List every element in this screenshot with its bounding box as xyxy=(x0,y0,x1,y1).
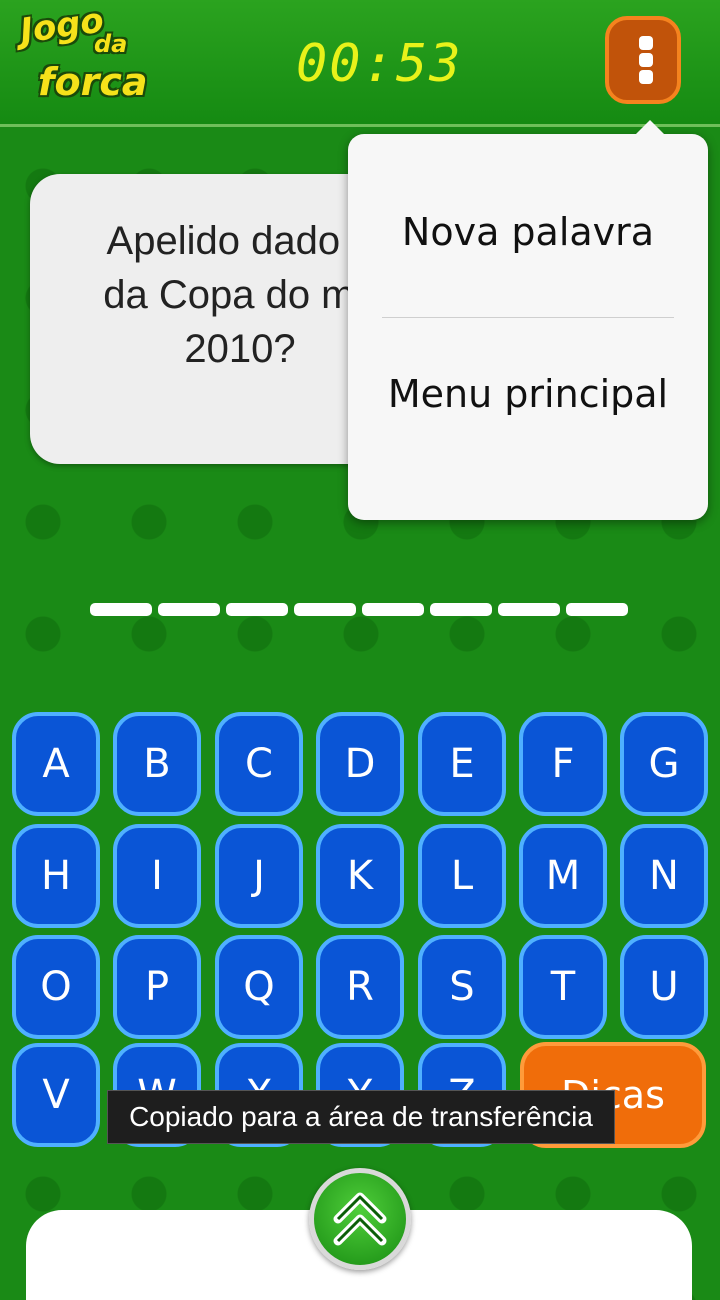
top-bar: Jogo da forca 00:53 xyxy=(0,0,720,127)
key-m[interactable]: M xyxy=(519,824,607,928)
key-t[interactable]: T xyxy=(519,935,607,1039)
logo-word-2: da xyxy=(94,30,128,58)
key-o[interactable]: O xyxy=(12,935,100,1039)
options-menu: Nova palavra Menu principal xyxy=(348,120,708,520)
menu-item-new-word[interactable]: Nova palavra xyxy=(348,210,708,254)
letter-blank xyxy=(158,603,220,616)
letter-blank xyxy=(430,603,492,616)
key-i[interactable]: I xyxy=(113,824,201,928)
key-c[interactable]: C xyxy=(215,712,303,816)
key-u[interactable]: U xyxy=(620,935,708,1039)
word-blanks xyxy=(90,603,628,616)
overflow-menu-icon-dot xyxy=(639,70,653,84)
key-q[interactable]: Q xyxy=(215,935,303,1039)
key-l[interactable]: L xyxy=(418,824,506,928)
letter-blank xyxy=(498,603,560,616)
letter-blank xyxy=(566,603,628,616)
letter-blank xyxy=(294,603,356,616)
key-s[interactable]: S xyxy=(418,935,506,1039)
letter-blank xyxy=(90,603,152,616)
double-chevron-up-icon xyxy=(333,1192,387,1246)
key-g[interactable]: G xyxy=(620,712,708,816)
logo-word-1: Jogo xyxy=(17,0,107,52)
key-j[interactable]: J xyxy=(215,824,303,928)
clipboard-toast: Copiado para a área de transferência xyxy=(107,1090,615,1144)
letter-blank xyxy=(226,603,288,616)
overflow-menu-icon xyxy=(639,36,653,50)
logo-word-3: forca xyxy=(38,60,148,104)
key-a[interactable]: A xyxy=(12,712,100,816)
countdown-timer: 00:53 xyxy=(296,34,463,94)
key-b[interactable]: B xyxy=(113,712,201,816)
key-p[interactable]: P xyxy=(113,935,201,1039)
overflow-menu-icon-dot xyxy=(639,53,653,67)
key-n[interactable]: N xyxy=(620,824,708,928)
key-k[interactable]: K xyxy=(316,824,404,928)
key-f[interactable]: F xyxy=(519,712,607,816)
key-r[interactable]: R xyxy=(316,935,404,1039)
menu-divider xyxy=(382,317,674,318)
menu-item-main-menu[interactable]: Menu principal xyxy=(348,372,708,416)
key-d[interactable]: D xyxy=(316,712,404,816)
overflow-menu-button[interactable] xyxy=(605,16,681,104)
key-v[interactable]: V xyxy=(12,1043,100,1147)
key-e[interactable]: E xyxy=(418,712,506,816)
letter-blank xyxy=(362,603,424,616)
expand-button[interactable] xyxy=(309,1168,411,1270)
key-h[interactable]: H xyxy=(12,824,100,928)
app-logo: Jogo da forca xyxy=(10,0,150,112)
